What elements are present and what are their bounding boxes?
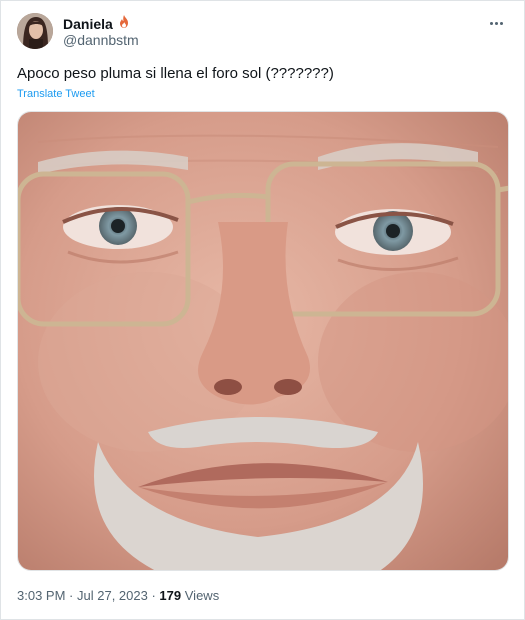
tweet-time[interactable]: 3:03 PM [17,588,65,603]
views-label: Views [184,588,220,603]
name-row: Daniela [63,14,131,34]
tweet-date[interactable]: Jul 27, 2023 [77,588,148,603]
avatar-image [17,13,53,49]
face-photo [18,112,508,570]
display-name[interactable]: Daniela [63,16,113,32]
tweet-card: Daniela @dannbstm Apoco peso pluma si ll… [0,0,525,620]
tweet-meta: 3:03 PM · Jul 27, 2023 · 179 Views [17,588,219,603]
views-count: 179 [159,588,182,603]
tweet-header: Daniela @dannbstm [17,11,508,51]
fire-icon [117,14,131,34]
avatar[interactable] [17,13,53,49]
tweet-media-photo[interactable] [17,111,509,571]
user-handle[interactable]: @dannbstm [63,32,139,48]
translate-tweet-link[interactable]: Translate Tweet [17,88,95,100]
more-horizontal-icon[interactable] [484,13,508,33]
meta-separator: · [69,588,77,603]
tweet-text: Apoco peso pluma si llena el foro sol (?… [17,65,334,82]
